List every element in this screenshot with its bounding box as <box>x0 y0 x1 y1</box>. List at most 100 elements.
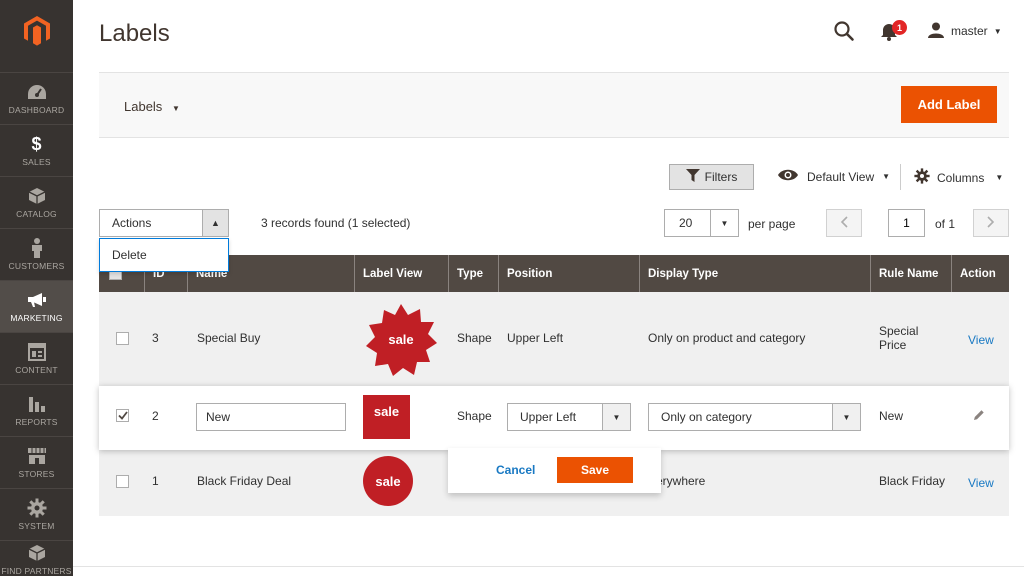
row-display-type: Only on product and category <box>648 331 806 345</box>
columns-button[interactable]: Columns ▼ <box>914 168 1003 187</box>
pencil-icon[interactable] <box>973 409 985 424</box>
per-page-value: 20 <box>679 216 693 230</box>
sidebar-item-system[interactable]: SYSTEM <box>0 488 73 540</box>
gear-icon <box>27 498 47 518</box>
chevron-left-icon <box>840 215 848 231</box>
gauge-icon <box>27 82 47 102</box>
sidebar-item-content[interactable]: CONTENT <box>0 332 73 384</box>
sidebar-item-label: CUSTOMERS <box>8 261 65 271</box>
magento-logo-icon[interactable] <box>0 0 73 62</box>
page-title: Labels <box>99 20 170 47</box>
display-type-select-value: Only on category <box>661 410 752 424</box>
next-page-button[interactable] <box>973 209 1009 237</box>
sidebar-item-label: DASHBOARD <box>8 105 65 115</box>
per-page-select[interactable]: 20 ▼ <box>664 209 739 237</box>
position-select[interactable]: Upper Left ▼ <box>507 403 631 431</box>
column-header-action[interactable]: Action <box>951 255 1009 292</box>
add-label-button[interactable]: Add Label <box>901 86 997 123</box>
gear-icon <box>914 168 930 187</box>
bar-chart-icon <box>28 394 46 414</box>
column-header-position[interactable]: Position <box>498 255 639 292</box>
row-name: Black Friday Deal <box>197 474 292 488</box>
sidebar-item-sales[interactable]: $ SALES <box>0 124 73 176</box>
page-actions-bar <box>99 72 1009 138</box>
funnel-icon <box>685 169 700 185</box>
mass-action-delete[interactable]: Delete <box>99 238 229 272</box>
notification-count-badge: 1 <box>892 20 907 35</box>
sidebar-item-dashboard[interactable]: DASHBOARD <box>0 72 73 124</box>
row-type: Shape <box>457 331 492 345</box>
sidebar-item-label: SALES <box>22 157 51 167</box>
sidebar-item-catalog[interactable]: CATALOG <box>0 176 73 228</box>
badge-text: sale <box>388 332 413 347</box>
sidebar-item-marketing[interactable]: MARKETING <box>0 280 73 332</box>
caret-down-icon: ▼ <box>602 404 630 430</box>
position-select-value: Upper Left <box>520 410 577 424</box>
user-icon <box>927 22 945 41</box>
checkmark-icon <box>117 411 128 420</box>
sidebar-item-stores[interactable]: STORES <box>0 436 73 488</box>
toolbar-divider <box>900 164 901 190</box>
caret-down-icon: ▼ <box>993 26 1002 36</box>
sidebar-item-label: CATALOG <box>16 209 57 219</box>
caret-down-icon: ▼ <box>171 104 180 113</box>
row-rule-name-line-2: Price <box>879 338 907 352</box>
cancel-button[interactable]: Cancel <box>496 463 535 477</box>
view-switcher-label: Default View <box>807 169 875 184</box>
row-id: 2 <box>152 409 159 423</box>
per-page-label: per page <box>748 217 796 231</box>
chevron-right-icon <box>987 215 995 231</box>
grid-header: ID Name Label View Type Position Display… <box>99 255 1009 292</box>
row-rule-name: New <box>879 409 904 423</box>
layout-icon <box>27 342 46 362</box>
mass-actions-select[interactable]: Actions ▲ <box>99 209 229 237</box>
row-checkbox[interactable] <box>116 475 129 488</box>
storefront-icon <box>27 446 47 466</box>
caret-up-icon: ▲ <box>202 210 228 236</box>
sidebar-item-label: SYSTEM <box>18 521 55 531</box>
page-total: of 1 <box>935 217 956 231</box>
admin-sidebar: DASHBOARD $ SALES CATALOG CUSTOMERS MARK… <box>0 0 73 576</box>
filters-button[interactable]: Filters <box>669 164 754 190</box>
search-icon[interactable] <box>833 20 855 42</box>
user-name: master <box>951 24 988 38</box>
row-id: 1 <box>152 474 159 488</box>
save-button[interactable]: Save <box>557 457 633 483</box>
mass-actions-label: Actions <box>112 216 152 230</box>
sidebar-item-find-partners[interactable]: FIND PARTNERS <box>0 540 73 576</box>
row-name: Special Buy <box>197 331 261 345</box>
name-input[interactable] <box>196 403 346 431</box>
previous-page-button[interactable] <box>826 209 862 237</box>
row-view-link[interactable]: View <box>968 476 994 490</box>
label-type-switcher-label: Labels <box>124 99 163 114</box>
footer-divider <box>73 566 1024 567</box>
row-view-link[interactable]: View <box>968 333 994 347</box>
row-checkbox[interactable] <box>116 332 129 345</box>
caret-down-icon: ▼ <box>882 172 891 181</box>
sidebar-item-label: CONTENT <box>15 365 58 375</box>
filters-label: Filters <box>704 170 738 184</box>
column-header-display-type[interactable]: Display Type <box>639 255 870 292</box>
row-checkbox-checked[interactable] <box>116 409 129 422</box>
page-number-input[interactable] <box>888 209 925 237</box>
megaphone-icon <box>27 290 47 310</box>
sidebar-item-label: REPORTS <box>15 417 58 427</box>
columns-label: Columns <box>937 170 985 185</box>
label-type-switcher[interactable]: Labels ▼ <box>124 99 180 114</box>
sidebar-item-label: STORES <box>18 469 55 479</box>
records-count: 3 records found (1 selected) <box>261 216 411 230</box>
user-menu[interactable]: master ▼ <box>927 20 1002 42</box>
sale-rectangle-badge: sale <box>363 395 410 439</box>
display-type-select[interactable]: Only on category ▼ <box>648 403 861 431</box>
column-header-type[interactable]: Type <box>448 255 498 292</box>
column-header-rule-name[interactable]: Rule Name <box>870 255 951 292</box>
row-id: 3 <box>152 331 159 345</box>
caret-down-icon: ▼ <box>995 173 1004 182</box>
sale-starburst-badge: sale <box>366 304 437 376</box>
sidebar-item-reports[interactable]: REPORTS <box>0 384 73 436</box>
sidebar-item-customers[interactable]: CUSTOMERS <box>0 228 73 280</box>
row-type: Shape <box>457 409 492 423</box>
view-switcher[interactable]: Default View ▼ <box>777 168 890 185</box>
column-header-label-view[interactable]: Label View <box>354 255 448 292</box>
row-display-type: erywhere <box>656 474 706 488</box>
